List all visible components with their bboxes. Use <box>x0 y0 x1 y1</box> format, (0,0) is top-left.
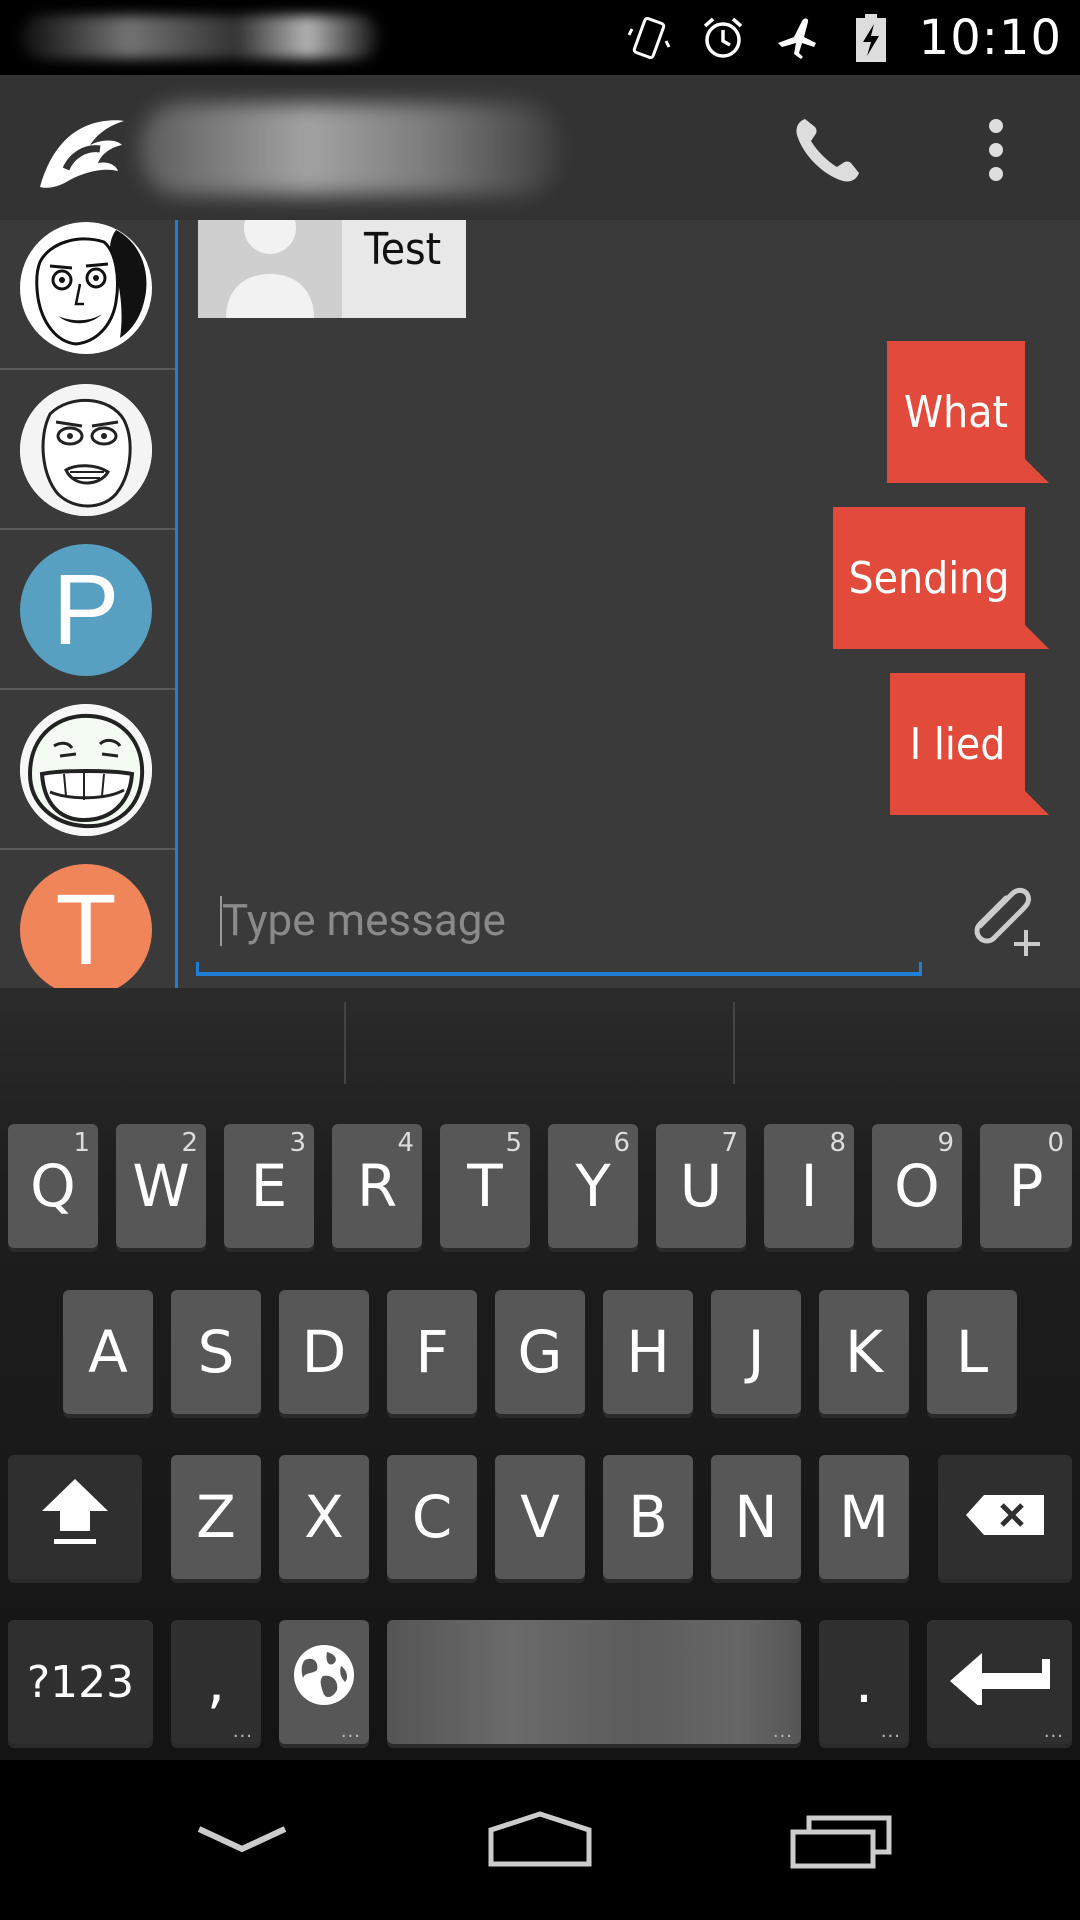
contact-item[interactable] <box>0 370 175 530</box>
key-v[interactable]: V <box>495 1455 585 1579</box>
message-composer <box>196 870 922 982</box>
contacts-sidebar: P T <box>0 220 176 988</box>
sent-message[interactable]: Sending <box>833 507 1049 649</box>
status-icons: 10:10 <box>623 0 1062 75</box>
message-text: Test <box>364 224 442 275</box>
letter-avatar: P <box>20 544 152 676</box>
key-n[interactable]: N <box>711 1455 801 1579</box>
key-d[interactable]: D <box>279 1290 369 1414</box>
message-text: I lied <box>909 718 1006 770</box>
recents-icon[interactable] <box>782 1800 902 1880</box>
suggestion-divider <box>733 1002 735 1084</box>
attach-add-icon[interactable] <box>960 872 1044 956</box>
chat-area: P T Test What Sending I lied Type messag… <box>0 220 1080 988</box>
alarm-icon <box>697 12 749 64</box>
contact-item[interactable] <box>0 690 175 850</box>
battery-charging-icon <box>845 12 897 64</box>
home-icon[interactable] <box>480 1800 600 1880</box>
key-x[interactable]: X <box>279 1455 369 1579</box>
key-k[interactable]: K <box>819 1290 909 1414</box>
key-m[interactable]: M <box>819 1455 909 1579</box>
comma-key[interactable]: ,... <box>171 1620 261 1744</box>
space-key[interactable]: ... <box>387 1620 801 1744</box>
key-r[interactable]: R4 <box>332 1124 422 1248</box>
soft-keyboard: Q1 W2 E3 R4 T5 Y6 U7 I8 O9 P0 A S D F G … <box>0 988 1080 1760</box>
key-t[interactable]: T5 <box>440 1124 530 1248</box>
key-y[interactable]: Y6 <box>548 1124 638 1248</box>
key-w[interactable]: W2 <box>116 1124 206 1248</box>
message-text: Sending <box>848 552 1010 604</box>
sent-message[interactable]: I lied <box>890 673 1049 815</box>
key-q[interactable]: Q1 <box>8 1124 98 1248</box>
message-text: What <box>903 386 1008 438</box>
period-key[interactable]: .... <box>819 1620 909 1744</box>
key-s[interactable]: S <box>171 1290 261 1414</box>
key-o[interactable]: O9 <box>872 1124 962 1248</box>
airplane-mode-icon <box>771 12 823 64</box>
overflow-menu-icon[interactable] <box>975 110 1017 190</box>
key-h[interactable]: H <box>603 1290 693 1414</box>
key-f[interactable]: F <box>387 1290 477 1414</box>
symbols-key[interactable]: ?123 <box>8 1620 153 1744</box>
enter-key[interactable]: ... <box>927 1620 1072 1744</box>
message-input[interactable] <box>196 870 922 970</box>
key-a[interactable]: A <box>63 1290 153 1414</box>
meme-face-avatar <box>20 704 152 836</box>
status-bar: 10:10 <box>0 0 1080 75</box>
vibrate-icon <box>623 12 675 64</box>
key-j[interactable]: J <box>711 1290 801 1414</box>
suggestion-divider <box>344 1002 346 1084</box>
clock: 10:10 <box>918 9 1062 66</box>
contact-placeholder-avatar <box>198 220 342 318</box>
enter-icon <box>948 1645 1052 1719</box>
meme-face-avatar <box>20 384 152 516</box>
received-message[interactable]: Test <box>198 220 466 318</box>
phone-icon[interactable] <box>788 110 868 190</box>
sidebar-divider <box>175 220 178 988</box>
shift-icon <box>38 1475 112 1559</box>
key-p[interactable]: P0 <box>980 1124 1072 1248</box>
suggestion-strip <box>0 988 1080 1098</box>
key-g[interactable]: G <box>495 1290 585 1414</box>
action-bar <box>0 75 1080 220</box>
back-icon[interactable] <box>182 1800 302 1880</box>
shift-key[interactable] <box>8 1455 142 1579</box>
conversation-title-blurred <box>140 103 560 195</box>
input-underline <box>196 962 922 976</box>
sent-message[interactable]: What <box>887 341 1049 483</box>
contact-item[interactable]: T <box>0 850 175 988</box>
backspace-key[interactable] <box>938 1455 1072 1579</box>
globe-icon <box>291 1642 357 1722</box>
navigation-bar <box>0 1760 1080 1920</box>
key-e[interactable]: E3 <box>224 1124 314 1248</box>
letter-avatar: T <box>20 864 152 988</box>
backspace-icon <box>964 1483 1046 1551</box>
key-i[interactable]: I8 <box>764 1124 854 1248</box>
language-key[interactable]: ... <box>279 1620 369 1744</box>
contact-item[interactable]: P <box>0 530 175 690</box>
contact-item[interactable] <box>0 220 175 370</box>
key-c[interactable]: C <box>387 1455 477 1579</box>
meme-face-avatar <box>20 222 152 354</box>
key-l[interactable]: L <box>927 1290 1017 1414</box>
notification-icons-blurred <box>20 15 380 59</box>
key-u[interactable]: U7 <box>656 1124 746 1248</box>
app-logo-icon[interactable] <box>32 105 130 193</box>
key-z[interactable]: Z <box>171 1455 261 1579</box>
key-b[interactable]: B <box>603 1455 693 1579</box>
text-caret <box>220 896 222 946</box>
